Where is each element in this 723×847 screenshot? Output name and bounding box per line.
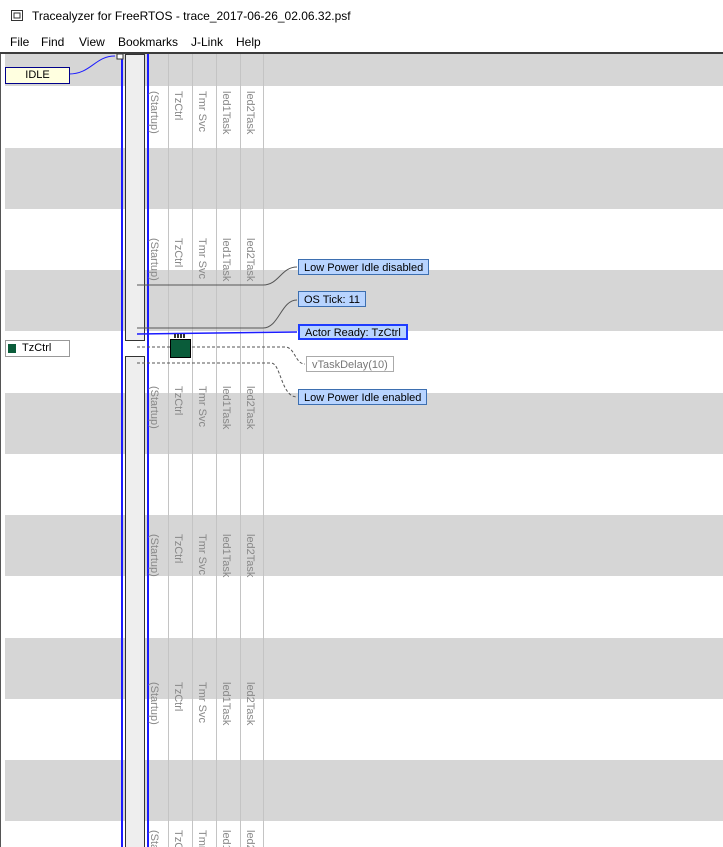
trace-view[interactable]: (Startup) TzCtrl Tmr Svc led1Task led2Ta… <box>5 54 723 847</box>
event-low-power-idle-disabled[interactable]: Low Power Idle disabled <box>298 259 430 275</box>
window-title: Tracealyzer for FreeRTOS - trace_2017-06… <box>32 9 351 23</box>
actor-tzctrl[interactable]: TzCtrl <box>5 340 70 357</box>
actor-tzctrl-label: TzCtrl <box>22 342 52 354</box>
menu-bar: File Find View Bookmarks J-Link Help <box>0 32 723 52</box>
event-connector-lines <box>68 54 306 398</box>
instance-dots <box>174 334 186 338</box>
event-actor-ready[interactable]: Actor Ready: TzCtrl <box>298 324 408 340</box>
menu-file[interactable]: File <box>10 35 29 49</box>
menu-bookmarks[interactable]: Bookmarks <box>118 35 178 49</box>
tzctrl-execution-block[interactable] <box>170 339 191 358</box>
left-panel-edge <box>0 54 1 847</box>
menu-find[interactable]: Find <box>41 35 64 49</box>
menu-view[interactable]: View <box>79 35 105 49</box>
menu-help[interactable]: Help <box>236 35 261 49</box>
title-bar: Tracealyzer for FreeRTOS - trace_2017-06… <box>0 0 723 30</box>
actor-idle[interactable]: IDLE <box>5 67 70 84</box>
tracealyzer-app-icon <box>11 10 23 21</box>
event-os-tick[interactable]: OS Tick: 11 <box>298 291 367 307</box>
event-vtaskdelay[interactable]: vTaskDelay(10) <box>306 356 394 372</box>
event-low-power-idle-enabled[interactable]: Low Power Idle enabled <box>298 389 428 405</box>
menu-jlink[interactable]: J-Link <box>191 35 223 49</box>
tzctrl-color-swatch <box>8 344 16 353</box>
